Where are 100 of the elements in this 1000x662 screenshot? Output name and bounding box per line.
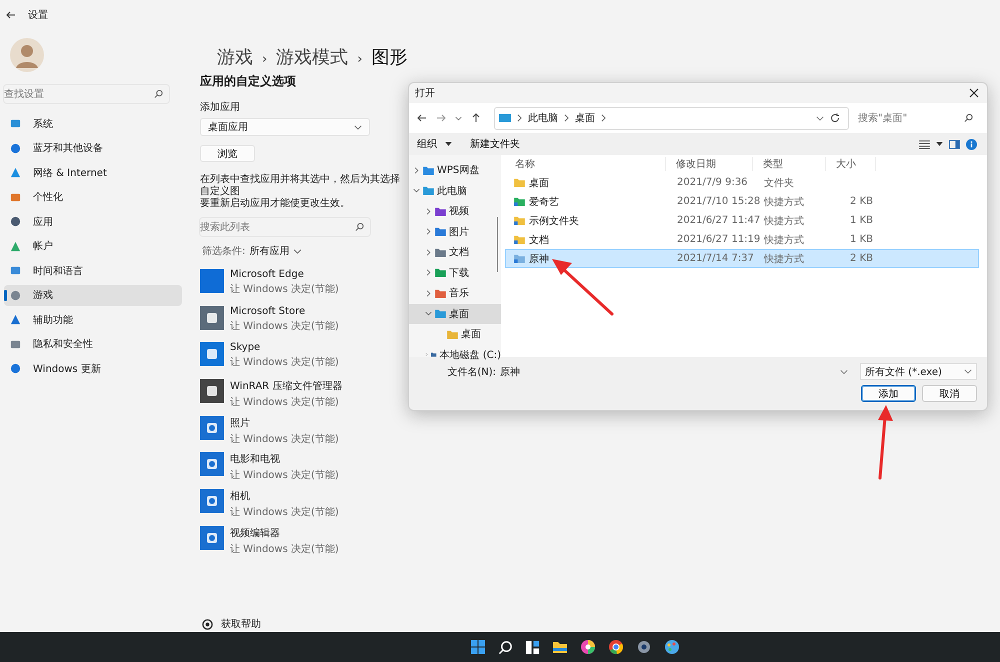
window-title: 设置 [28, 8, 48, 22]
list-search-field[interactable]: 搜索此列表 [200, 218, 370, 236]
description-text: 在列表中查找应用并将其选中，然后为其选择自定义图 [200, 174, 400, 198]
app-name[interactable]: Skype [230, 342, 339, 354]
new-folder-button[interactable]: 新建文件夹 [468, 137, 522, 151]
chevron-right-icon[interactable] [425, 208, 432, 215]
chrome-icon[interactable] [608, 639, 624, 655]
chevron-down-icon[interactable] [455, 116, 462, 120]
nav-item[interactable]: 隐私和安全性 [4, 334, 182, 354]
app-setting: 让 Windows 决定(节能) [230, 468, 339, 482]
app-type-dropdown[interactable]: 桌面应用 [200, 118, 370, 136]
column-header[interactable]: 修改日期 [666, 157, 753, 171]
app-setting: 让 Windows 决定(节能) [230, 356, 339, 370]
column-header[interactable]: 类型 [753, 157, 826, 171]
nav-item[interactable]: Windows 更新 [4, 358, 182, 379]
app-name[interactable]: 相机 [230, 489, 339, 504]
close-icon[interactable] [969, 88, 979, 98]
chevron-right-icon[interactable] [425, 290, 432, 297]
filter-dropdown[interactable]: 所有应用 [249, 244, 290, 258]
column-header[interactable]: 名称 [505, 157, 666, 171]
nav-item[interactable]: 系统 [4, 113, 182, 134]
chevron-down-icon [840, 369, 848, 374]
app-setting: 让 Windows 决定(节能) [230, 396, 340, 410]
chevron-right-icon[interactable] [413, 166, 420, 174]
help-link[interactable]: 获取帮助 [221, 617, 261, 631]
chevron-right-icon[interactable] [425, 248, 432, 256]
chevron-down-icon[interactable] [293, 248, 302, 254]
preview-pane-icon[interactable] [949, 140, 960, 148]
chevron-down-icon[interactable] [413, 187, 420, 194]
app-setting: 让 Windows 决定(节能) [230, 282, 339, 296]
tree-item[interactable]: 此电脑 [409, 180, 501, 201]
breadcrumb-item[interactable]: 游戏模式 [276, 45, 348, 69]
nav-item[interactable]: 应用 [4, 211, 182, 232]
chevron-down-icon [964, 369, 972, 374]
folder-icon[interactable] [552, 639, 568, 655]
file-name-field[interactable]: 原神 [500, 363, 854, 380]
app-name[interactable]: Microsoft Edge [230, 269, 339, 280]
nav-item[interactable]: 网络 & Internet [4, 162, 182, 183]
forward-icon[interactable] [436, 113, 446, 123]
app-name[interactable]: 视频编辑器 [230, 526, 339, 540]
shortcut-icon [514, 254, 525, 263]
search-icon[interactable] [498, 640, 513, 654]
add-button[interactable]: 添加 [861, 385, 916, 402]
app-name[interactable]: 电影和电视 [230, 452, 339, 466]
start-icon[interactable] [470, 639, 486, 655]
nav-item[interactable]: 游戏 [4, 284, 182, 306]
widgets-icon[interactable] [525, 640, 540, 654]
description-text: 要重新启动应用才能使更改生效。 [200, 198, 351, 210]
app-name[interactable]: 照片 [230, 416, 339, 430]
caret-icon[interactable] [936, 142, 943, 146]
file-row[interactable]: 示例文件夹 2021/6/27 11:47 快捷方式 1 KB [505, 211, 979, 230]
chevron-down-icon [354, 124, 362, 130]
nav-item[interactable]: 时间和语言 [4, 260, 182, 281]
search-icon [355, 222, 364, 232]
tree-item[interactable]: 本地磁盘 (C:) [409, 344, 501, 365]
tree-item[interactable]: 音乐 [409, 283, 501, 304]
chevron-down-icon[interactable] [816, 116, 824, 120]
cancel-button[interactable]: 取消 [922, 385, 977, 402]
nav-item[interactable]: 蓝牙和其他设备 [4, 138, 182, 158]
app-setting: 让 Windows 决定(节能) [230, 320, 339, 333]
browse-button[interactable]: 浏览 [200, 145, 255, 162]
tree-item[interactable]: 下载 [409, 262, 501, 283]
app-name[interactable]: Microsoft Store [230, 306, 339, 317]
app-name[interactable]: WinRAR 压缩文件管理器 [230, 379, 342, 394]
color-wheel-icon[interactable] [580, 639, 596, 655]
organize-menu[interactable]: 组织 [415, 137, 439, 151]
folder-icon [435, 206, 446, 216]
address-segment[interactable]: 桌面 [575, 111, 595, 125]
address-bar[interactable]: 此电脑 桌面 [494, 106, 849, 130]
folder-icon [423, 166, 434, 175]
nav-item[interactable]: 辅助功能 [4, 309, 182, 330]
file-type-dropdown[interactable]: 所有文件 (*.exe) [860, 363, 977, 380]
up-arrow-icon[interactable] [471, 113, 481, 123]
chevron-right-icon[interactable] [425, 269, 432, 276]
list-view-icon[interactable] [919, 140, 930, 148]
address-segment[interactable]: 此电脑 [528, 111, 558, 125]
file-row[interactable]: 爱奇艺 2021/7/10 15:28 快捷方式 2 KB [505, 192, 979, 211]
nav-item[interactable]: 个性化 [4, 186, 182, 208]
tree-item[interactable]: 图片 [409, 222, 501, 242]
search-field[interactable]: 查找设置 [4, 85, 169, 103]
tree-item[interactable]: 视频 [409, 201, 501, 222]
back-icon[interactable] [6, 10, 16, 20]
chevron-down-icon[interactable] [425, 310, 432, 318]
tree-item[interactable]: 桌面 [409, 324, 501, 344]
nav-item[interactable]: 帐户 [4, 236, 182, 256]
chevron-right-icon[interactable] [425, 228, 432, 236]
paint-palette-icon[interactable] [664, 639, 680, 655]
search-field[interactable]: 搜索"桌面" [858, 108, 979, 128]
tree-item[interactable]: 文档 [409, 242, 501, 262]
file-row[interactable]: 原神 2021/7/14 7:37 快捷方式 2 KB [505, 249, 979, 268]
breadcrumb-item[interactable]: 图形 [371, 45, 408, 69]
file-row[interactable]: 文档 2021/6/27 11:19 快捷方式 1 KB [505, 230, 979, 249]
column-header[interactable]: 大小 [826, 157, 876, 171]
tree-item[interactable]: WPS网盘 [409, 160, 501, 180]
folder-icon [435, 288, 446, 298]
app-tile-icon [200, 269, 224, 293]
tree-item[interactable]: 桌面 [409, 304, 501, 324]
breadcrumb-item[interactable]: 游戏 [217, 45, 253, 69]
back-icon[interactable] [417, 113, 427, 123]
file-row[interactable]: 桌面 2021/7/9 9:36 文件夹 [505, 173, 979, 192]
